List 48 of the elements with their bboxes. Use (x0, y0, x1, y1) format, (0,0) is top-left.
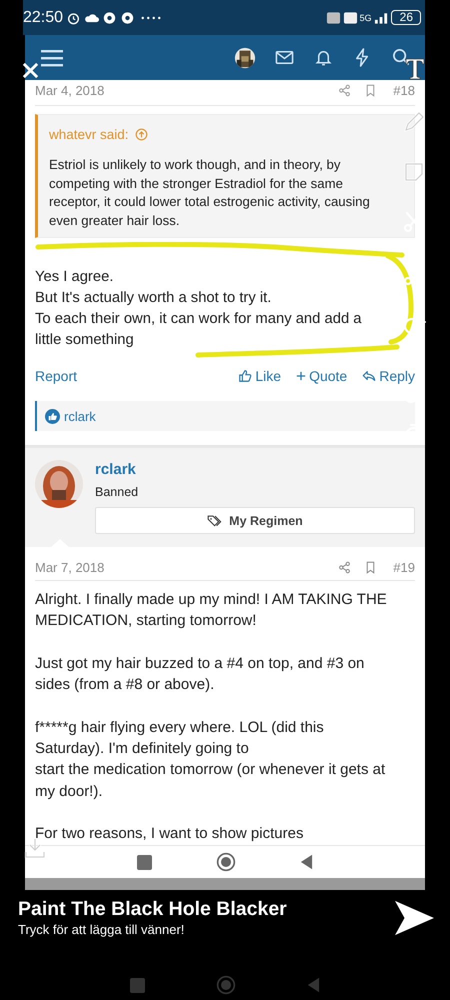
post-date: Mar 7, 2018 (35, 560, 104, 574)
more-icon (140, 14, 162, 20)
caption-subtitle[interactable]: Tryck för att lägga till vänner! (18, 920, 287, 938)
browser-icon (120, 10, 136, 24)
share-icon[interactable] (338, 84, 352, 96)
reply-icon (362, 369, 376, 383)
battery-indicator: 26 (390, 10, 421, 25)
username-link[interactable]: rclark (95, 460, 415, 480)
post-message: Yes I agree. But It's actually worth a shot to try it. To each their own, it can work for many and add a little something (35, 268, 362, 350)
reaction-user-link[interactable]: rclark (64, 408, 96, 424)
status-time: 22:50 (23, 8, 64, 26)
mail-icon[interactable] (275, 48, 294, 67)
post-paragraph: Just got my hair buzzed to a #4 on top, and #3 on sides (from a #8 or above). (35, 654, 366, 696)
send-arrow-icon[interactable] (393, 898, 435, 936)
regimen-button[interactable]: My Regimen (95, 507, 415, 534)
like-link[interactable]: Like (238, 368, 282, 384)
post-date: Mar 4, 2018 (35, 82, 104, 98)
post-paragraph: Alright. I finally made up my mind! I AM TAKING THE MEDICATION, starting tomorrow! (35, 590, 388, 632)
volte-icon (326, 10, 341, 24)
close-icon[interactable] (21, 61, 40, 80)
reply-link[interactable]: Reply (362, 368, 415, 384)
home-button[interactable] (216, 852, 236, 872)
user-role: Banned (95, 484, 140, 501)
volte-icon (342, 10, 358, 24)
text-tool-icon[interactable] (403, 56, 427, 80)
back-button[interactable] (300, 854, 313, 870)
search-icon[interactable] (392, 48, 411, 67)
post-paragraph: f*****g hair flying every where. LOL (did this Saturday). I'm definitely going to start the medication tomorrow (or whenever it gets at my door!). (35, 718, 386, 802)
pencil-icon[interactable] (402, 110, 426, 134)
network-label: 5G (360, 12, 372, 22)
report-link[interactable]: Report (35, 368, 78, 384)
quote-text: Estriol is unlikely to work though, and in theory, by competing with the stronger Estradiol for the same receptor, it could lower total estrogenic activity, causing even greater hair loss. (49, 156, 371, 230)
post-number[interactable]: #18 (393, 82, 415, 98)
alarm-icon (66, 10, 82, 24)
menu-icon[interactable] (41, 48, 63, 66)
caption-title: Paint The Black Hole Blacker (18, 896, 287, 920)
post-paragraph: For two reasons, I want to show pictures (35, 824, 304, 844)
plus-icon (296, 371, 306, 381)
browser-icon (102, 10, 118, 24)
post-number[interactable]: #19 (393, 560, 415, 574)
quote-link[interactable]: Quote (296, 368, 348, 384)
recents-button[interactable] (137, 854, 152, 870)
bell-icon[interactable] (314, 48, 333, 67)
signal-icon (374, 10, 389, 24)
thumbs-up-icon (238, 369, 252, 383)
share-icon[interactable] (338, 560, 352, 574)
like-badge-icon (45, 408, 60, 424)
tags-icon (207, 514, 224, 527)
